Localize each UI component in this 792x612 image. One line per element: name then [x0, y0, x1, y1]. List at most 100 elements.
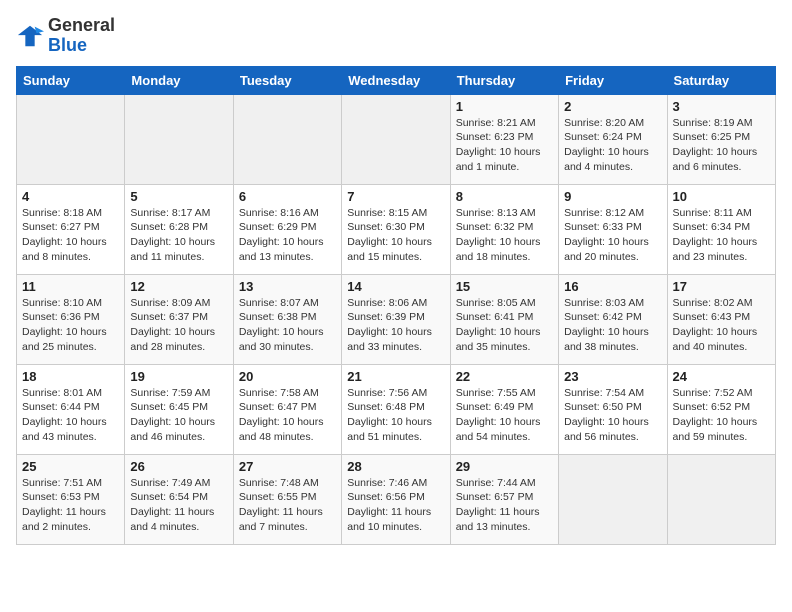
calendar-cell: 23 Sunrise: 7:54 AM Sunset: 6:50 PM Dayli… — [559, 364, 667, 454]
calendar-cell — [559, 454, 667, 544]
calendar-header-row: SundayMondayTuesdayWednesdayThursdayFrid… — [17, 66, 776, 94]
calendar-cell: 4 Sunrise: 8:18 AM Sunset: 6:27 PM Daylig… — [17, 184, 125, 274]
calendar-cell: 3 Sunrise: 8:19 AM Sunset: 6:25 PM Daylig… — [667, 94, 775, 184]
calendar-week-row: 18 Sunrise: 8:01 AM Sunset: 6:44 PM Dayli… — [17, 364, 776, 454]
day-number: 24 — [673, 369, 770, 384]
day-number: 12 — [130, 279, 227, 294]
day-info: Sunrise: 8:15 AM Sunset: 6:30 PM Dayligh… — [347, 206, 444, 265]
calendar-cell — [342, 94, 450, 184]
day-info: Sunrise: 8:18 AM Sunset: 6:27 PM Dayligh… — [22, 206, 119, 265]
day-info: Sunrise: 8:21 AM Sunset: 6:23 PM Dayligh… — [456, 116, 553, 175]
day-info: Sunrise: 8:01 AM Sunset: 6:44 PM Dayligh… — [22, 386, 119, 445]
calendar-cell: 9 Sunrise: 8:12 AM Sunset: 6:33 PM Daylig… — [559, 184, 667, 274]
day-info: Sunrise: 8:16 AM Sunset: 6:29 PM Dayligh… — [239, 206, 336, 265]
calendar-cell: 24 Sunrise: 7:52 AM Sunset: 6:52 PM Dayli… — [667, 364, 775, 454]
day-number: 3 — [673, 99, 770, 114]
day-info: Sunrise: 7:46 AM Sunset: 6:56 PM Dayligh… — [347, 476, 444, 535]
day-number: 9 — [564, 189, 661, 204]
calendar-cell: 2 Sunrise: 8:20 AM Sunset: 6:24 PM Daylig… — [559, 94, 667, 184]
day-info: Sunrise: 8:02 AM Sunset: 6:43 PM Dayligh… — [673, 296, 770, 355]
day-info: Sunrise: 8:11 AM Sunset: 6:34 PM Dayligh… — [673, 206, 770, 265]
day-number: 25 — [22, 459, 119, 474]
day-info: Sunrise: 8:06 AM Sunset: 6:39 PM Dayligh… — [347, 296, 444, 355]
day-info: Sunrise: 8:10 AM Sunset: 6:36 PM Dayligh… — [22, 296, 119, 355]
day-number: 2 — [564, 99, 661, 114]
day-info: Sunrise: 8:07 AM Sunset: 6:38 PM Dayligh… — [239, 296, 336, 355]
calendar-cell: 11Sunrise: 8:10 AM Sunset: 6:36 PM Dayli… — [17, 274, 125, 364]
day-info: Sunrise: 8:12 AM Sunset: 6:33 PM Dayligh… — [564, 206, 661, 265]
day-number: 22 — [456, 369, 553, 384]
day-number: 10 — [673, 189, 770, 204]
day-number: 20 — [239, 369, 336, 384]
weekday-header: Tuesday — [233, 66, 341, 94]
day-info: Sunrise: 8:05 AM Sunset: 6:41 PM Dayligh… — [456, 296, 553, 355]
day-info: Sunrise: 7:51 AM Sunset: 6:53 PM Dayligh… — [22, 476, 119, 535]
day-info: Sunrise: 7:54 AM Sunset: 6:50 PM Dayligh… — [564, 386, 661, 445]
calendar-week-row: 1 Sunrise: 8:21 AM Sunset: 6:23 PM Daylig… — [17, 94, 776, 184]
calendar-cell: 7 Sunrise: 8:15 AM Sunset: 6:30 PM Daylig… — [342, 184, 450, 274]
day-number: 4 — [22, 189, 119, 204]
day-number: 17 — [673, 279, 770, 294]
day-number: 28 — [347, 459, 444, 474]
calendar-cell: 12 Sunrise: 8:09 AM Sunset: 6:37 PM Dayli… — [125, 274, 233, 364]
weekday-header: Sunday — [17, 66, 125, 94]
calendar-week-row: 4 Sunrise: 8:18 AM Sunset: 6:27 PM Daylig… — [17, 184, 776, 274]
weekday-header: Wednesday — [342, 66, 450, 94]
weekday-header: Thursday — [450, 66, 558, 94]
calendar-table: SundayMondayTuesdayWednesdayThursdayFrid… — [16, 66, 776, 545]
day-info: Sunrise: 8:13 AM Sunset: 6:32 PM Dayligh… — [456, 206, 553, 265]
weekday-header: Friday — [559, 66, 667, 94]
day-info: Sunrise: 7:55 AM Sunset: 6:49 PM Dayligh… — [456, 386, 553, 445]
logo: General Blue — [16, 16, 115, 56]
calendar-cell — [17, 94, 125, 184]
day-info: Sunrise: 7:49 AM Sunset: 6:54 PM Dayligh… — [130, 476, 227, 535]
day-number: 18 — [22, 369, 119, 384]
day-info: Sunrise: 8:19 AM Sunset: 6:25 PM Dayligh… — [673, 116, 770, 175]
calendar-cell: 16 Sunrise: 8:03 AM Sunset: 6:42 PM Dayli… — [559, 274, 667, 364]
logo-bird-icon — [16, 22, 44, 50]
calendar-cell: 10 Sunrise: 8:11 AM Sunset: 6:34 PM Dayli… — [667, 184, 775, 274]
calendar-cell: 19 Sunrise: 7:59 AM Sunset: 6:45 PM Dayli… — [125, 364, 233, 454]
calendar-cell: 14 Sunrise: 8:06 AM Sunset: 6:39 PM Dayli… — [342, 274, 450, 364]
day-number: 14 — [347, 279, 444, 294]
calendar-cell: 17 Sunrise: 8:02 AM Sunset: 6:43 PM Dayli… — [667, 274, 775, 364]
day-number: 27 — [239, 459, 336, 474]
day-number: 6 — [239, 189, 336, 204]
day-info: Sunrise: 8:09 AM Sunset: 6:37 PM Dayligh… — [130, 296, 227, 355]
calendar-week-row: 25 Sunrise: 7:51 AM Sunset: 6:53 PM Dayli… — [17, 454, 776, 544]
calendar-cell: 1 Sunrise: 8:21 AM Sunset: 6:23 PM Daylig… — [450, 94, 558, 184]
day-info: Sunrise: 8:20 AM Sunset: 6:24 PM Dayligh… — [564, 116, 661, 175]
calendar-cell: 15 Sunrise: 8:05 AM Sunset: 6:41 PM Dayli… — [450, 274, 558, 364]
calendar-cell: 26Sunrise: 7:49 AM Sunset: 6:54 PM Dayli… — [125, 454, 233, 544]
day-info: Sunrise: 7:48 AM Sunset: 6:55 PM Dayligh… — [239, 476, 336, 535]
calendar-cell: 21 Sunrise: 7:56 AM Sunset: 6:48 PM Dayli… — [342, 364, 450, 454]
day-number: 7 — [347, 189, 444, 204]
day-number: 5 — [130, 189, 227, 204]
calendar-cell: 29Sunrise: 7:44 AM Sunset: 6:57 PM Dayli… — [450, 454, 558, 544]
day-info: Sunrise: 7:56 AM Sunset: 6:48 PM Dayligh… — [347, 386, 444, 445]
weekday-header: Monday — [125, 66, 233, 94]
day-info: Sunrise: 7:52 AM Sunset: 6:52 PM Dayligh… — [673, 386, 770, 445]
calendar-cell — [233, 94, 341, 184]
calendar-cell: 28 Sunrise: 7:46 AM Sunset: 6:56 PM Dayli… — [342, 454, 450, 544]
day-number: 23 — [564, 369, 661, 384]
day-number: 15 — [456, 279, 553, 294]
day-number: 1 — [456, 99, 553, 114]
day-number: 21 — [347, 369, 444, 384]
calendar-cell: 8 Sunrise: 8:13 AM Sunset: 6:32 PM Daylig… — [450, 184, 558, 274]
day-number: 13 — [239, 279, 336, 294]
calendar-cell — [125, 94, 233, 184]
day-info: Sunrise: 8:17 AM Sunset: 6:28 PM Dayligh… — [130, 206, 227, 265]
calendar-cell: 13 Sunrise: 8:07 AM Sunset: 6:38 PM Dayli… — [233, 274, 341, 364]
logo-text: General Blue — [48, 16, 115, 56]
calendar-cell: 6 Sunrise: 8:16 AM Sunset: 6:29 PM Daylig… — [233, 184, 341, 274]
calendar-cell — [667, 454, 775, 544]
day-number: 8 — [456, 189, 553, 204]
day-number: 16 — [564, 279, 661, 294]
weekday-header: Saturday — [667, 66, 775, 94]
calendar-cell: 18 Sunrise: 8:01 AM Sunset: 6:44 PM Dayli… — [17, 364, 125, 454]
day-number: 19 — [130, 369, 227, 384]
day-info: Sunrise: 8:03 AM Sunset: 6:42 PM Dayligh… — [564, 296, 661, 355]
calendar-cell: 5 Sunrise: 8:17 AM Sunset: 6:28 PM Daylig… — [125, 184, 233, 274]
day-info: Sunrise: 7:59 AM Sunset: 6:45 PM Dayligh… — [130, 386, 227, 445]
